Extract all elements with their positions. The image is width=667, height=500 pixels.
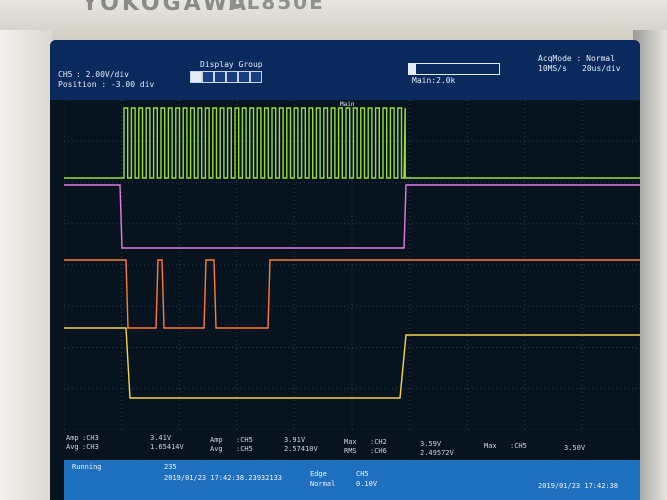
position-readout[interactable]: Position : -3.00 div: [58, 80, 154, 90]
meas-channel: :CH3: [82, 434, 99, 442]
scope-header: CH5 : 2.00V/div Position : -3.00 div Dis…: [50, 40, 640, 100]
waveform-plot[interactable]: Main: [64, 100, 640, 430]
display-group-label: Display Group: [200, 60, 263, 69]
scope-bezel-left: [0, 30, 52, 500]
display-group-box[interactable]: [190, 71, 202, 83]
meas-name: Amp: [210, 436, 223, 444]
meas-name: Max: [484, 442, 497, 450]
meas-value: 2.49572V: [420, 449, 454, 457]
acq-count: 235: [164, 463, 177, 471]
meas-channel: :CH5: [236, 436, 253, 444]
run-state[interactable]: Running: [72, 463, 102, 471]
acq-mode[interactable]: AcqMode : Normal: [538, 54, 615, 64]
meas-channel: :CH2: [370, 438, 387, 446]
scope-screen: CH5 : 2.00V/div Position : -3.00 div Dis…: [50, 40, 640, 500]
trigger-marker: Main: [340, 101, 355, 108]
meas-channel: :CH3: [82, 443, 99, 451]
meas-value: 3.91V: [284, 436, 306, 444]
display-group-box[interactable]: [250, 71, 262, 83]
display-group-box[interactable]: [226, 71, 238, 83]
meas-name: Amp: [66, 434, 79, 442]
trigger-timestamp: 2019/01/23 17:42:38.23932133: [164, 474, 283, 482]
display-group-box[interactable]: [202, 71, 214, 83]
meas-value: 3.41V: [150, 434, 172, 442]
time-per-div[interactable]: 20us/div: [582, 64, 621, 74]
status-bar: Running 235 2019/01/23 17:42:38.23932133…: [64, 460, 640, 500]
meas-channel: :CH5: [236, 445, 253, 453]
sample-rate: 10MS/s: [538, 64, 567, 73]
meas-value: 2.57410V: [284, 445, 318, 453]
display-group-box[interactable]: [238, 71, 250, 83]
meas-value: 3.50V: [564, 444, 586, 452]
scope-bezel-top: YOKOGAWA DL850E: [0, 0, 667, 44]
main-zoom-label: Main:2.0k: [412, 76, 456, 85]
meas-name: Avg: [210, 445, 223, 453]
meas-name: Avg: [66, 443, 79, 451]
meas-name: RMS: [344, 447, 357, 455]
brand-logo: YOKOGAWA: [82, 0, 250, 16]
trigger-edge-label: Edge: [310, 470, 327, 478]
trigger-edge-channel: CH5: [356, 470, 369, 478]
trigger-mode[interactable]: Normal: [310, 480, 335, 488]
zoom-position-bar[interactable]: [408, 63, 500, 75]
meas-channel: :CH6: [370, 447, 387, 455]
meas-name: Max: [344, 438, 357, 446]
meas-value: 1.65414V: [150, 443, 184, 451]
volts-per-div[interactable]: : 2.00V/div: [76, 70, 129, 80]
meas-value: 3.59V: [420, 440, 442, 448]
channel-label[interactable]: CH5: [58, 70, 72, 80]
meas-channel: :CH5: [510, 442, 527, 450]
system-datetime: 2019/01/23 17:42:38: [538, 482, 619, 490]
model-label: DL850E: [228, 0, 325, 14]
display-group-box[interactable]: [214, 71, 226, 83]
measurement-panel: Amp :CH3 3.41V Avg :CH3 1.65414V Amp :CH…: [64, 430, 640, 460]
trigger-level[interactable]: 0.10V: [356, 480, 377, 488]
